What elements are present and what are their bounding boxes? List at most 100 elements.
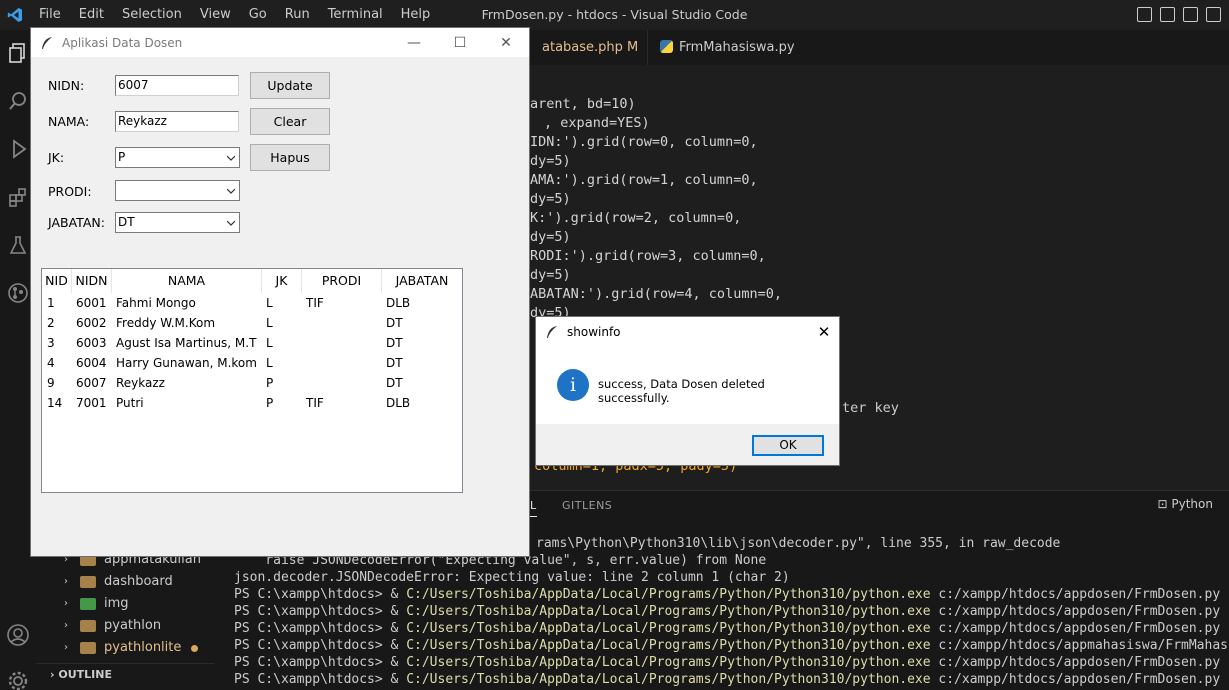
cell-nid[interactable]: 1 — [47, 293, 72, 313]
cell-prodi[interactable] — [306, 353, 382, 373]
terminal-selector[interactable]: ⊡ Python — [1158, 497, 1214, 511]
dosen-table[interactable]: NID NIDN NAMA JK PRODI JABATAN 1 6001 Fa… — [41, 268, 463, 493]
menu-go[interactable]: Go — [240, 0, 276, 30]
cell-jabatan[interactable]: DLB — [386, 293, 462, 313]
chevron-right-icon: › — [64, 576, 68, 587]
manage-gear-icon[interactable] — [5, 668, 31, 690]
python-path: C:/Users/Toshiba/AppData/Local/Programs/… — [406, 672, 931, 687]
cell-jabatan[interactable]: DT — [386, 373, 462, 393]
menu-file[interactable]: File — [30, 0, 70, 30]
cell-jk[interactable]: L — [266, 333, 302, 353]
nama-input[interactable]: Reykazz — [115, 111, 239, 132]
nidn-input[interactable]: 6007 — [115, 75, 239, 96]
tab-frmmahasiswa-py[interactable]: FrmMahasiswa.py — [647, 30, 807, 65]
cell-jk[interactable]: L — [266, 353, 302, 373]
cell-nama[interactable]: Harry Gunawan, M.kom — [116, 353, 262, 373]
close-icon[interactable]: ✕ — [809, 317, 839, 346]
tab-gitlens[interactable]: GITLENS — [562, 499, 612, 512]
cell-jk[interactable]: L — [266, 293, 302, 313]
source-control-icon[interactable] — [5, 280, 31, 306]
tab-database-php[interactable]: atabase.php M — [530, 30, 650, 65]
menu-edit[interactable]: Edit — [70, 0, 113, 30]
menu-help[interactable]: Help — [392, 0, 440, 30]
column-header-nidn[interactable]: NIDN — [72, 269, 112, 293]
accounts-icon[interactable] — [5, 622, 31, 648]
cell-nama[interactable]: Reykazz — [116, 373, 262, 393]
column-header-nama[interactable]: NAMA — [112, 269, 262, 293]
menu-terminal[interactable]: Terminal — [319, 0, 392, 30]
folder-icon — [80, 620, 96, 632]
column-header-prodi[interactable]: PRODI — [302, 269, 382, 293]
outline-section[interactable]: › OUTLINE — [36, 663, 214, 685]
toggle-sidebar-icon[interactable] — [1137, 7, 1152, 22]
close-icon[interactable]: ✕ — [483, 28, 529, 57]
cell-nidn[interactable]: 7001 — [76, 393, 112, 413]
cell-nama[interactable]: Freddy W.M.Kom — [116, 313, 262, 333]
cell-nama[interactable]: Putri — [116, 393, 262, 413]
terminal-output[interactable]: rams\Python\Python310\lib\json\decoder.p… — [234, 535, 1229, 688]
python-path: C:/Users/Toshiba/AppData/Local/Programs/… — [406, 638, 931, 653]
cell-jabatan[interactable]: DT — [386, 333, 462, 353]
cell-prodi[interactable] — [306, 373, 382, 393]
cell-prodi[interactable] — [306, 333, 382, 353]
folder-img[interactable]: › img — [64, 593, 129, 615]
toggle-secondary-sidebar-icon[interactable] — [1183, 7, 1198, 22]
cell-jabatan[interactable]: DT — [386, 353, 462, 373]
cell-nidn[interactable]: 6002 — [76, 313, 112, 333]
column-header-jabatan[interactable]: JABATAN — [382, 269, 462, 293]
cell-prodi[interactable] — [306, 313, 382, 333]
cell-jabatan[interactable]: DT — [386, 313, 462, 333]
cell-prodi[interactable]: TIF — [306, 393, 382, 413]
menu-selection[interactable]: Selection — [113, 0, 191, 30]
column-header-nid[interactable]: NID — [42, 269, 72, 293]
search-icon[interactable] — [5, 88, 31, 114]
cell-nidn[interactable]: 6003 — [76, 333, 112, 353]
update-button[interactable]: Update — [249, 71, 331, 100]
app-titlebar[interactable]: Aplikasi Data Dosen — ☐ ✕ — [31, 28, 529, 57]
cell-nid[interactable]: 4 — [47, 353, 72, 373]
cell-prodi[interactable]: TIF — [306, 293, 382, 313]
folder-dashboard[interactable]: › dashboard — [64, 571, 173, 593]
code-line: dy=5) — [530, 267, 571, 283]
cell-jk[interactable]: L — [266, 313, 302, 333]
cell-nid[interactable]: 14 — [47, 393, 72, 413]
cell-nidn[interactable]: 6001 — [76, 293, 112, 313]
menu-run[interactable]: Run — [276, 0, 319, 30]
hapus-button[interactable]: Hapus — [249, 143, 331, 172]
folder-label: img — [104, 596, 129, 611]
jk-combobox[interactable]: P — [115, 147, 240, 168]
cell-nid[interactable]: 3 — [47, 333, 72, 353]
prodi-combobox[interactable] — [115, 180, 240, 201]
terminal-line: PS C:\xampp\htdocs> & C:/Users/Toshiba/A… — [234, 586, 1229, 603]
cell-nid[interactable]: 2 — [47, 313, 72, 333]
customize-layout-icon[interactable] — [1206, 7, 1221, 22]
run-debug-icon[interactable] — [5, 136, 31, 162]
cell-jk[interactable]: P — [266, 373, 302, 393]
cell-nidn[interactable]: 6004 — [76, 353, 112, 373]
terminal-name: Python — [1171, 497, 1213, 511]
jabatan-combobox[interactable]: DT — [115, 212, 240, 233]
cell-jk[interactable]: P — [266, 393, 302, 413]
column-header-jk[interactable]: JK — [262, 269, 302, 293]
chevron-right-icon: › — [50, 668, 55, 681]
image-folder-icon — [80, 598, 96, 610]
ok-button[interactable]: OK — [752, 435, 824, 456]
folder-pyathlon[interactable]: › pyathlon — [64, 615, 161, 637]
explorer-icon[interactable] — [5, 40, 31, 66]
clear-button[interactable]: Clear — [249, 107, 331, 136]
minimize-icon[interactable]: — — [391, 28, 437, 57]
tk-feather-icon — [545, 325, 559, 339]
testing-icon[interactable] — [5, 232, 31, 258]
maximize-icon[interactable]: ☐ — [437, 28, 483, 57]
dialog-titlebar[interactable]: showinfo ✕ — [536, 317, 839, 346]
cell-nama[interactable]: Agust Isa Martinus, M.T — [116, 333, 262, 353]
cell-nidn[interactable]: 6007 — [76, 373, 112, 393]
cell-jabatan[interactable]: DLB — [386, 393, 462, 413]
cell-nid[interactable]: 9 — [47, 373, 72, 393]
menu-view[interactable]: View — [191, 0, 240, 30]
toggle-panel-icon[interactable] — [1160, 7, 1175, 22]
extensions-icon[interactable] — [5, 184, 31, 210]
folder-pyathlonlite[interactable]: › pyathlonlite — [64, 637, 181, 659]
cell-nama[interactable]: Fahmi Mongo — [116, 293, 262, 313]
terminal-line: PS C:\xampp\htdocs> & C:/Users/Toshiba/A… — [234, 603, 1229, 620]
